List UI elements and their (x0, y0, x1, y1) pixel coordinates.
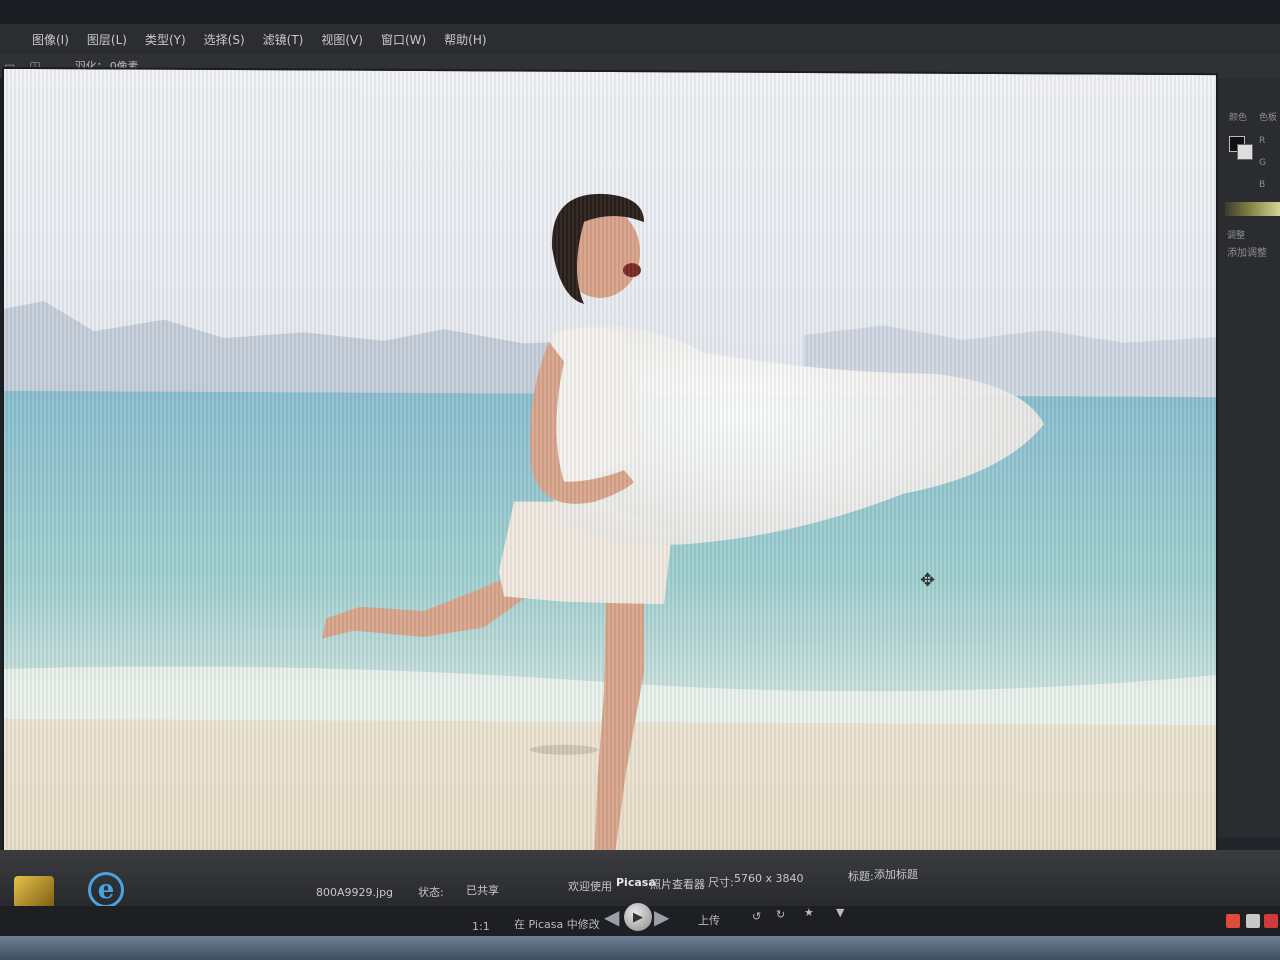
size-value: 5760 x 3840 (734, 872, 804, 885)
play-icon[interactable]: ▶ (624, 903, 652, 931)
channel-g-label: G (1259, 158, 1266, 168)
star-icon[interactable]: ★ (804, 906, 814, 919)
taskbar (0, 936, 1280, 960)
menu-item-layer[interactable]: 图层(L) (87, 31, 127, 48)
app-thumbnail-icon[interactable] (14, 876, 54, 910)
prev-arrow-icon[interactable]: ◀ (604, 906, 626, 928)
status-label: 状态: (418, 886, 444, 899)
monitor-screen: 图像(I) 图层(L) 类型(Y) 选择(S) 滤镜(T) 视图(V) 窗口(W… (0, 0, 1280, 960)
right-panel: 颜色 色板 R G B 调整 添加调整 (1216, 78, 1280, 838)
zoom-ratio-button[interactable]: 1:1 (472, 920, 490, 933)
menu-item-help[interactable]: 帮助(H) (444, 31, 486, 48)
tray-network-icon[interactable] (1246, 914, 1260, 928)
menu-item-type[interactable]: 类型(Y) (145, 31, 186, 48)
status-value: 已共享 (466, 884, 499, 897)
welcome-suffix: 照片查看器 (650, 878, 705, 891)
channel-r-label: R (1259, 136, 1266, 146)
add-adjustment-label: 添加调整 (1227, 248, 1267, 259)
menu-item-window[interactable]: 窗口(W) (381, 31, 426, 48)
tray-qq-icon[interactable] (1226, 914, 1240, 928)
rotate-right-icon[interactable]: ↻ (776, 908, 785, 921)
dropdown-icon[interactable]: ▼ (836, 906, 844, 919)
file-name: 800A9929.jpg (316, 886, 394, 899)
menu-item-image[interactable]: 图像(I) (32, 31, 69, 48)
open-in-picasa-button[interactable]: 在 Picasa 中修改 (514, 916, 600, 932)
move-cursor-icon: ✥ (920, 570, 936, 591)
tray-security-icon[interactable] (1264, 914, 1278, 928)
beach-photo (4, 68, 1216, 886)
ie-browser-icon[interactable]: e (88, 872, 124, 908)
menu-bar: 图像(I) 图层(L) 类型(Y) 选择(S) 滤镜(T) 视图(V) 窗口(W… (0, 24, 1280, 54)
background-color-swatch[interactable] (1237, 144, 1253, 160)
swatches-tab[interactable]: 色板 (1259, 110, 1277, 123)
menu-item-select[interactable]: 选择(S) (204, 31, 245, 48)
photo-viewer[interactable] (4, 68, 1216, 886)
next-arrow-icon[interactable]: ▶ (654, 906, 676, 928)
menu-item-view[interactable]: 视图(V) (321, 31, 363, 48)
caption-label: 标题: (848, 870, 874, 883)
size-label: 尺寸: (708, 876, 734, 889)
rotate-left-icon[interactable]: ↺ (752, 910, 761, 923)
adjustments-tab[interactable]: 调整 (1227, 228, 1245, 241)
welcome-prefix: 欢迎使用 (568, 880, 612, 893)
upload-button[interactable]: 上传 (698, 912, 720, 928)
channel-b-label: B (1259, 180, 1266, 190)
color-tab[interactable]: 颜色 (1229, 110, 1247, 123)
menu-item-filter[interactable]: 滤镜(T) (263, 31, 304, 48)
color-ramp[interactable] (1225, 202, 1280, 216)
caption-value[interactable]: 添加标题 (874, 866, 918, 882)
